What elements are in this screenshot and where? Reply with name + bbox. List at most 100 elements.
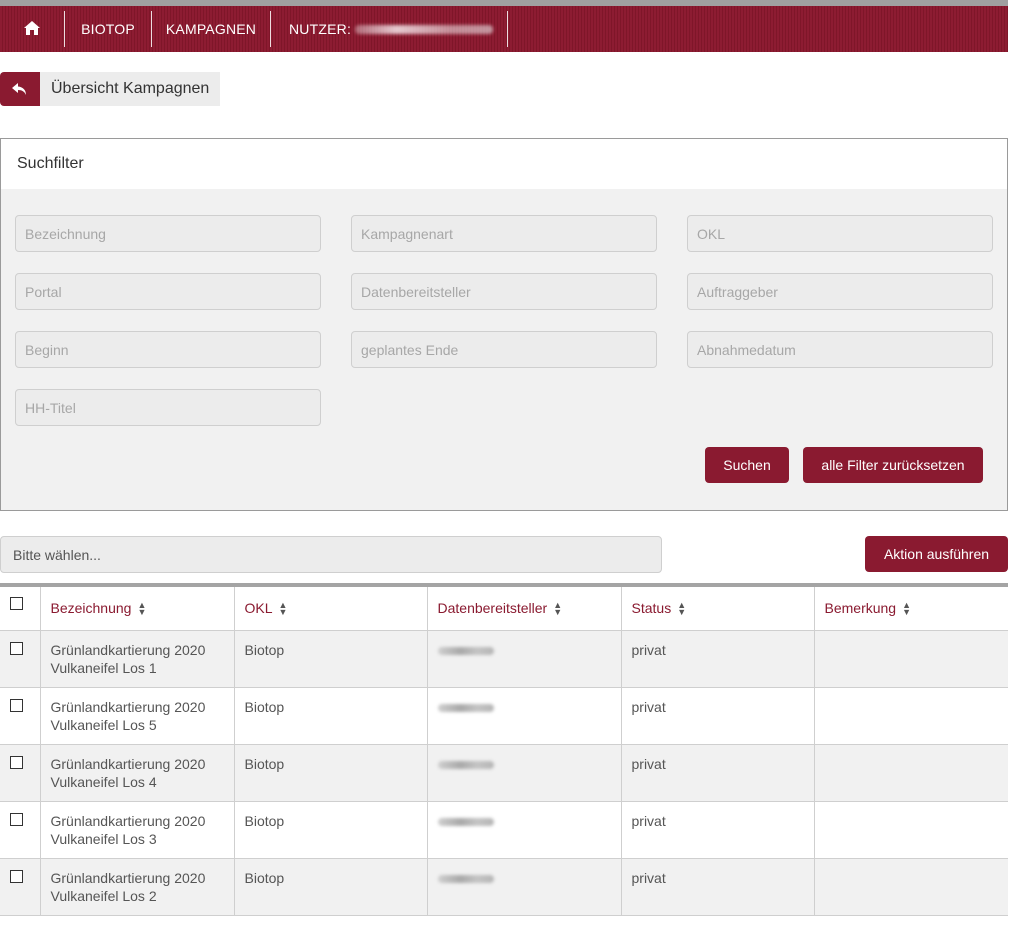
row-select-cell — [0, 801, 41, 858]
filter-auftraggeber-input[interactable]: Auftraggeber — [687, 273, 993, 310]
search-filter-title: Suchfilter — [1, 139, 1007, 189]
cell-bezeichnung: Grünlandkartierung 2020 Vulkaneifel Los 2 — [40, 858, 235, 915]
cell-okl: Biotop — [234, 630, 428, 687]
cell-bezeichnung-line2: Vulkaneifel Los 5 — [50, 716, 157, 733]
nav-user[interactable]: NUTZER: — [271, 11, 508, 47]
nav-kampagnen[interactable]: KAMPAGNEN — [152, 11, 271, 47]
row-select-cell — [0, 858, 41, 915]
search-filter-panel: Suchfilter Bezeichnung Kampagnenart OKL … — [0, 138, 1008, 511]
row-select-cell — [0, 744, 41, 801]
table-row[interactable]: Grünlandkartierung 2020 Vulkaneifel Los 4… — [0, 744, 1008, 801]
column-label: Status — [631, 600, 672, 616]
table-row[interactable]: Grünlandkartierung 2020 Vulkaneifel Los 1… — [0, 630, 1008, 687]
nav-home[interactable] — [0, 11, 65, 47]
reset-filters-button[interactable]: alle Filter zurücksetzen — [803, 447, 983, 483]
cell-datenbereitsteller — [427, 687, 622, 744]
action-select[interactable]: Bitte wählen... — [0, 536, 662, 573]
column-label: Bezeichnung — [50, 600, 132, 616]
row-checkbox[interactable] — [10, 698, 23, 712]
cell-bezeichnung: Grünlandkartierung 2020 Vulkaneifel Los 3 — [40, 801, 235, 858]
filter-geplantes-ende-input[interactable]: geplantes Ende — [351, 331, 657, 368]
cell-bezeichnung: Grünlandkartierung 2020 Vulkaneifel Los 1 — [40, 630, 235, 687]
cell-okl: Biotop — [234, 801, 428, 858]
cell-okl: Biotop — [234, 744, 428, 801]
row-select-cell — [0, 630, 41, 687]
cell-status: privat — [621, 858, 815, 915]
home-icon — [24, 20, 40, 38]
row-checkbox[interactable] — [10, 812, 23, 826]
column-label: Datenbereitsteller — [437, 600, 548, 616]
select-all-checkbox[interactable] — [10, 597, 23, 610]
cell-bezeichnung-line1: Grünlandkartierung 2020 — [50, 812, 206, 829]
search-button[interactable]: Suchen — [705, 447, 789, 483]
filter-portal-input[interactable]: Portal — [15, 273, 321, 310]
cell-bemerkung — [814, 687, 1008, 744]
redacted-provider — [437, 760, 494, 769]
cell-bemerkung — [814, 744, 1008, 801]
cell-bezeichnung-line2: Vulkaneifel Los 2 — [50, 887, 157, 904]
cell-datenbereitsteller — [427, 744, 622, 801]
filter-okl-input[interactable]: OKL — [687, 215, 993, 252]
column-header-bezeichnung[interactable]: Bezeichnung ▲ ▼ — [40, 587, 235, 631]
cell-bezeichnung-line1: Grünlandkartierung 2020 — [50, 869, 206, 886]
cell-okl: Biotop — [234, 858, 428, 915]
filter-kampagnenart-input[interactable]: Kampagnenart — [351, 215, 657, 252]
cell-okl: Biotop — [234, 687, 428, 744]
filter-datenbereitsteller-input[interactable]: Datenbereitsteller — [351, 273, 657, 310]
top-navbar: BIOTOP KAMPAGNEN NUTZER: — [0, 6, 1008, 52]
redacted-provider — [437, 703, 494, 712]
filter-abnahmedatum-input[interactable]: Abnahmedatum — [687, 331, 993, 368]
cell-bezeichnung-line2: Vulkaneifel Los 3 — [50, 830, 157, 847]
table-row[interactable]: Grünlandkartierung 2020 Vulkaneifel Los 5… — [0, 687, 1008, 744]
cell-bezeichnung-line1: Grünlandkartierung 2020 — [50, 641, 206, 658]
campaign-table: Bezeichnung ▲ ▼ OKL ▲ ▼ Datenbereitsteller ▲ ▼… — [0, 583, 1008, 916]
cell-datenbereitsteller — [427, 858, 622, 915]
row-checkbox[interactable] — [10, 641, 23, 655]
nav-biotop[interactable]: BIOTOP — [65, 11, 152, 47]
filter-hh-titel-input[interactable]: HH-Titel — [15, 389, 321, 426]
sort-updown-icon: ▲ ▼ — [553, 600, 563, 618]
cell-bezeichnung-line2: Vulkaneifel Los 1 — [50, 659, 157, 676]
column-header-bemerkung[interactable]: Bemerkung ▲ ▼ — [814, 587, 1008, 631]
cell-bemerkung — [814, 801, 1008, 858]
cell-bezeichnung: Grünlandkartierung 2020 Vulkaneifel Los 5 — [40, 687, 235, 744]
redacted-provider — [437, 646, 494, 655]
cell-bezeichnung: Grünlandkartierung 2020 Vulkaneifel Los 4 — [40, 744, 235, 801]
row-checkbox[interactable] — [10, 755, 23, 769]
filter-beginn-input[interactable]: Beginn — [15, 331, 321, 368]
sort-updown-icon: ▲ ▼ — [278, 600, 288, 618]
column-label: Bemerkung — [824, 600, 897, 616]
column-header-status[interactable]: Status ▲ ▼ — [621, 587, 815, 631]
cell-datenbereitsteller — [427, 801, 622, 858]
cell-bezeichnung-line2: Vulkaneifel Los 4 — [50, 773, 157, 790]
sort-updown-icon: ▲ ▼ — [137, 600, 147, 618]
sort-updown-icon: ▲ ▼ — [902, 600, 912, 618]
redacted-provider — [437, 817, 494, 826]
column-header-datenbereitsteller[interactable]: Datenbereitsteller ▲ ▼ — [427, 587, 622, 631]
table-header-row: Bezeichnung ▲ ▼ OKL ▲ ▼ Datenbereitsteller ▲ ▼… — [0, 587, 1008, 631]
cell-status: privat — [621, 801, 815, 858]
select-all-cell — [0, 587, 41, 631]
execute-action-button[interactable]: Aktion ausführen — [865, 536, 1008, 572]
reply-arrow-icon — [0, 72, 40, 106]
cell-bezeichnung-line1: Grünlandkartierung 2020 — [50, 698, 206, 715]
row-checkbox[interactable] — [10, 869, 23, 883]
cell-bemerkung — [814, 858, 1008, 915]
table-row[interactable]: Grünlandkartierung 2020 Vulkaneifel Los 3… — [0, 801, 1008, 858]
cell-status: privat — [621, 630, 815, 687]
row-select-cell — [0, 687, 41, 744]
column-header-okl[interactable]: OKL ▲ ▼ — [234, 587, 428, 631]
redacted-provider — [437, 874, 494, 883]
redacted-username — [355, 24, 493, 34]
cell-bemerkung — [814, 630, 1008, 687]
back-to-overview-button[interactable]: Übersicht Kampagnen — [0, 72, 221, 106]
back-label: Übersicht Kampagnen — [40, 72, 221, 106]
cell-datenbereitsteller — [427, 630, 622, 687]
table-row[interactable]: Grünlandkartierung 2020 Vulkaneifel Los 2… — [0, 858, 1008, 915]
user-label: NUTZER: — [289, 21, 352, 37]
filter-bezeichnung-input[interactable]: Bezeichnung — [15, 215, 321, 252]
cell-status: privat — [621, 687, 815, 744]
cell-bezeichnung-line1: Grünlandkartierung 2020 — [50, 755, 206, 772]
cell-status: privat — [621, 744, 815, 801]
column-label: OKL — [244, 600, 273, 616]
